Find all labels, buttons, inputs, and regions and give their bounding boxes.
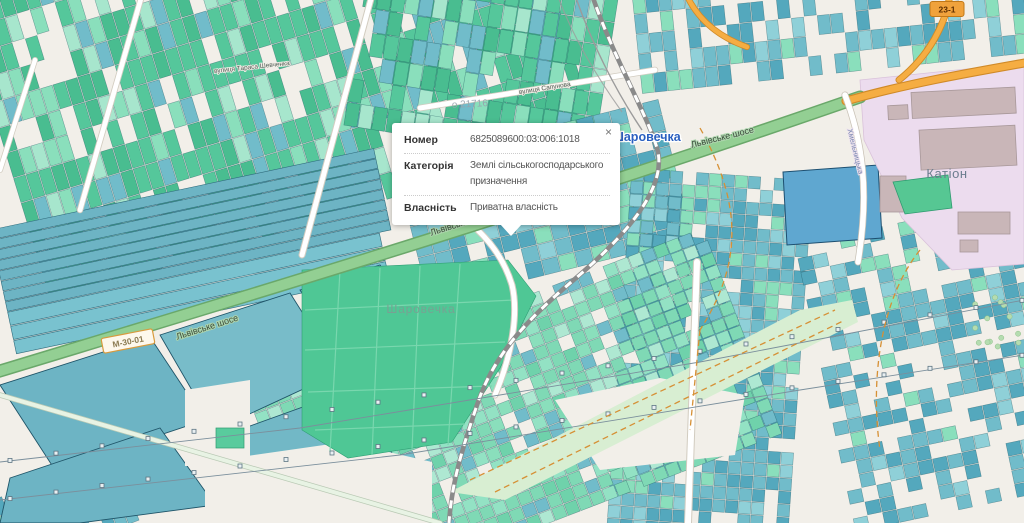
area-label-sharovechka-field: Шаровечка xyxy=(386,302,455,316)
road-badge-23-1: 23-1 xyxy=(930,2,964,17)
map-viewport[interactable]: о 21716 вулиця Тараса Шевченка вулиця Са… xyxy=(0,0,1024,523)
popup-separator xyxy=(404,195,610,196)
popup-row-category: Категорія Землі сільськогосподарського п… xyxy=(404,156,610,193)
popup-field-label: Власність xyxy=(404,200,462,217)
place-label-sharovechka: Шаровечка xyxy=(611,130,681,144)
popup-field-label: Номер xyxy=(404,132,462,149)
parcel-info-popup: × Номер 6825089600:03:006:1018 Категорія… xyxy=(392,123,620,225)
popup-field-value: Приватна власність xyxy=(462,200,610,217)
cadastral-zone-label: о 21716 xyxy=(452,98,489,111)
place-label-kation: Катіон xyxy=(926,166,967,181)
road-badge-23-1-label: 23-1 xyxy=(938,5,955,15)
popup-pointer xyxy=(500,224,522,236)
popup-field-value: Землі сільськогосподарського призначення xyxy=(462,158,610,191)
popup-close-button[interactable]: × xyxy=(605,126,612,138)
popup-row-number: Номер 6825089600:03:006:1018 xyxy=(404,130,610,151)
popup-field-value: 6825089600:03:006:1018 xyxy=(462,132,610,149)
popup-row-ownership: Власність Приватна власність xyxy=(404,198,610,219)
popup-field-label: Категорія xyxy=(404,158,462,191)
popup-separator xyxy=(404,153,610,154)
map-canvas[interactable]: о 21716 вулиця Тараса Шевченка вулиця Са… xyxy=(0,0,1024,523)
